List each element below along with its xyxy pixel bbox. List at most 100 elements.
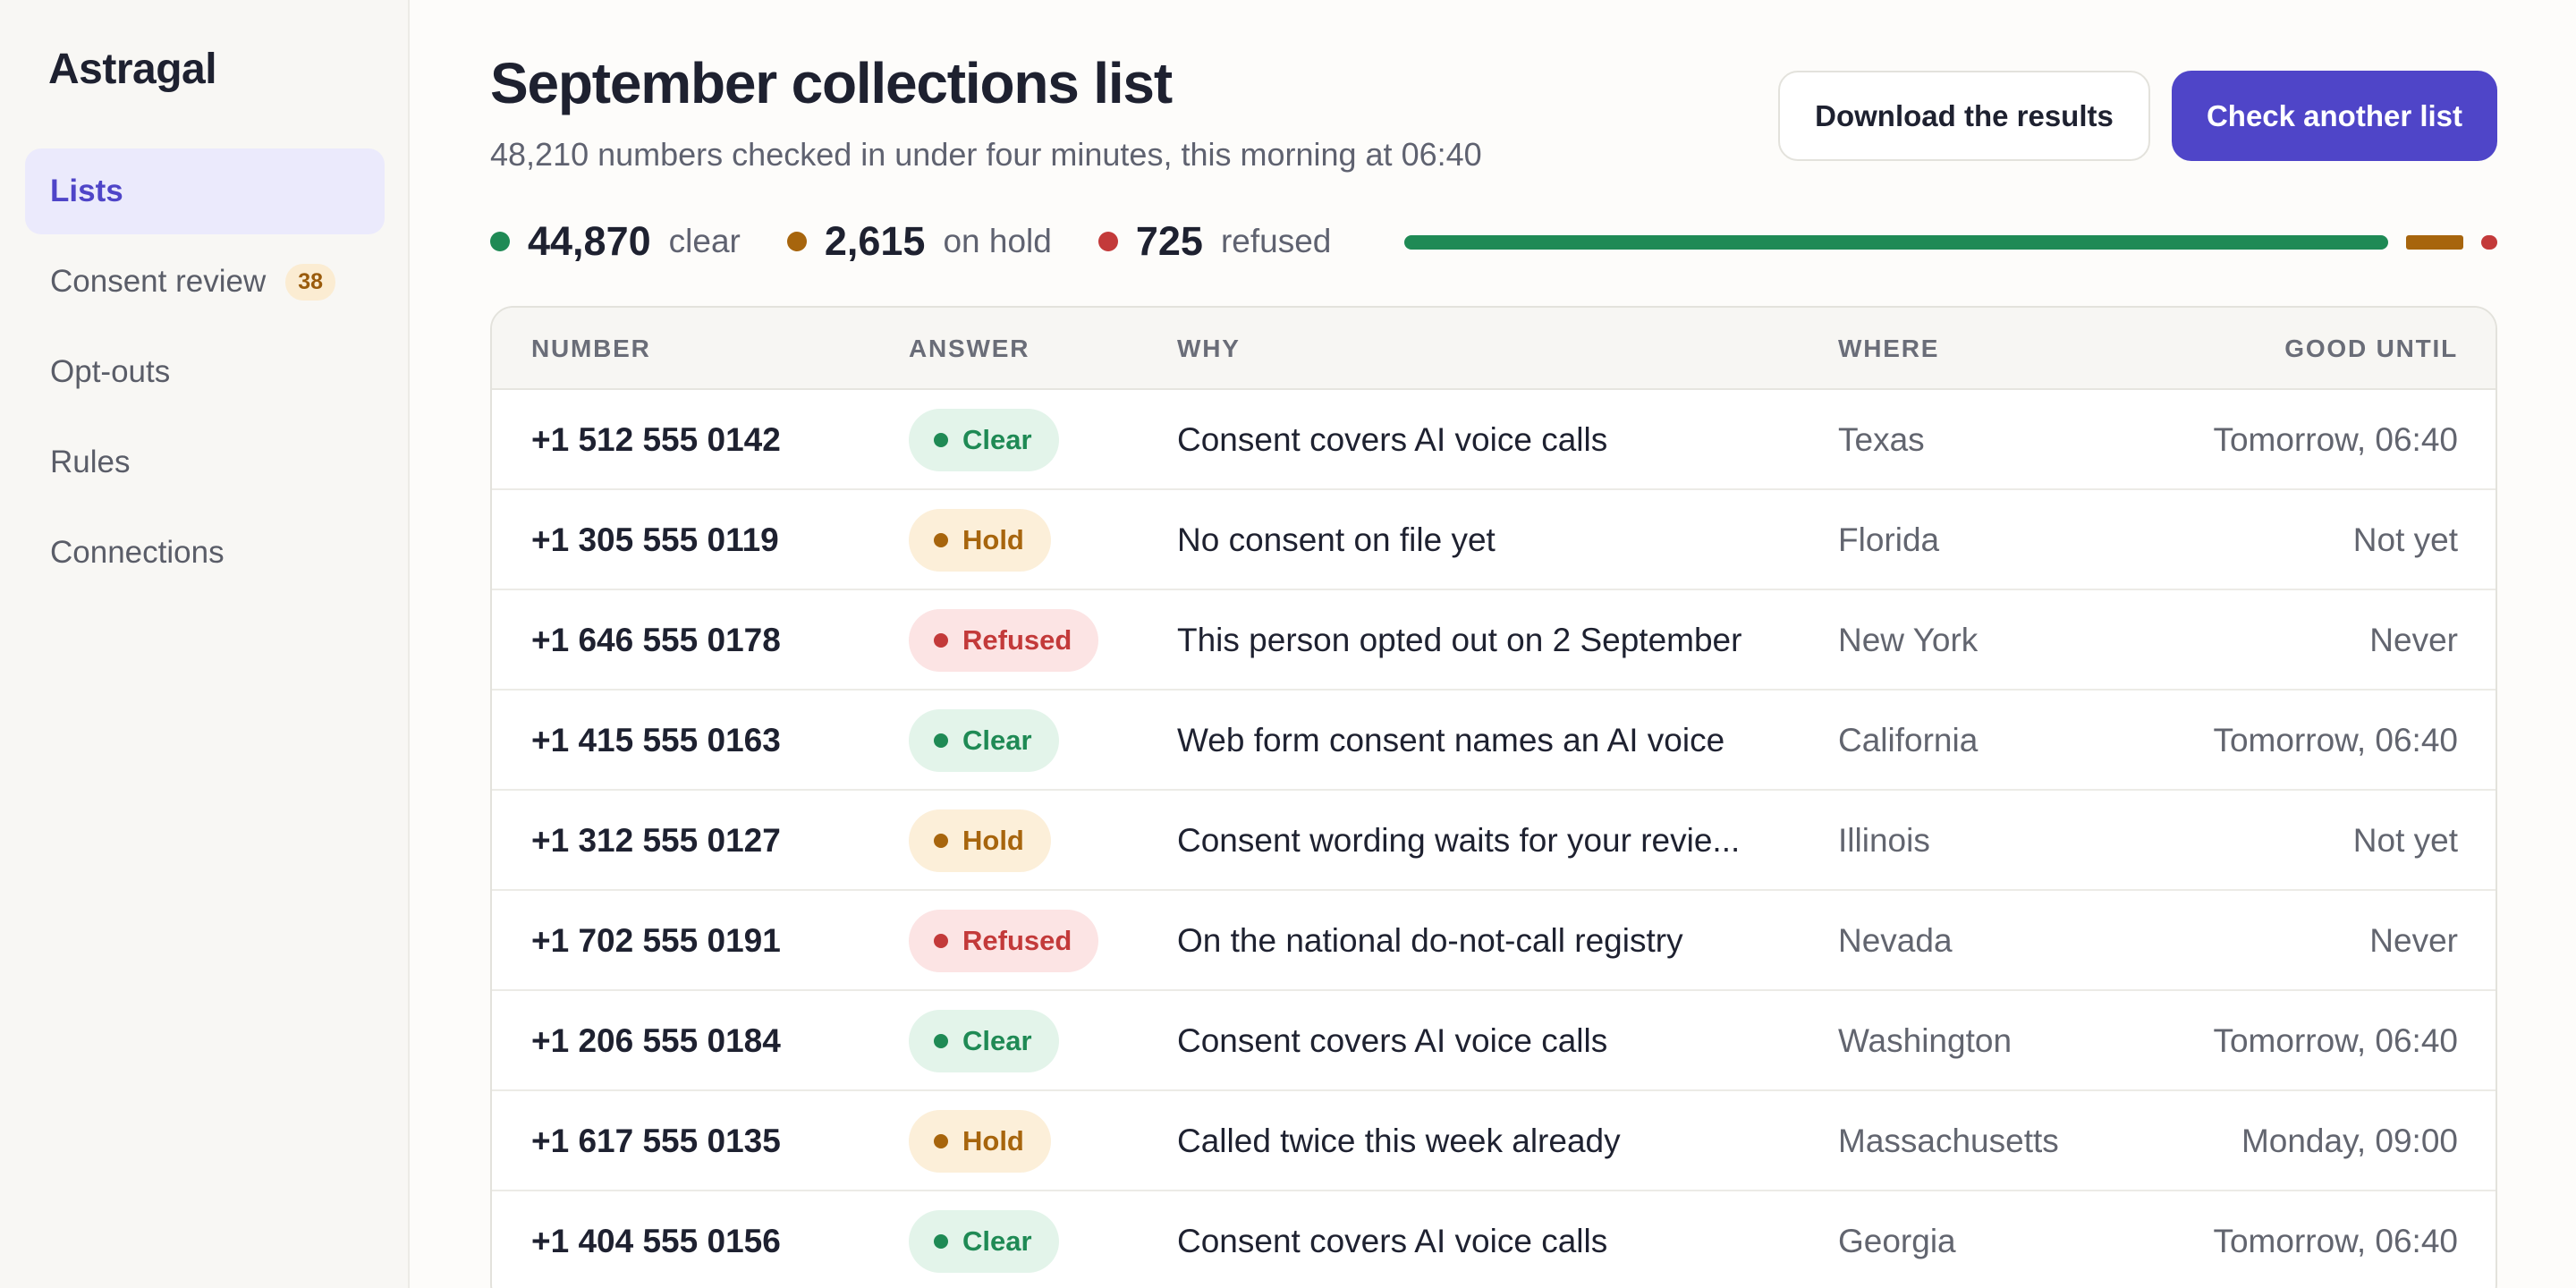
reason-text: Consent wording waits for your revie... bbox=[1177, 822, 1741, 859]
column-header-good-until[interactable]: GOOD UNTIL bbox=[2284, 308, 2458, 390]
answer-cell: Hold bbox=[909, 1091, 1051, 1191]
answer-cell: Refused bbox=[909, 590, 1099, 691]
check-another-list-button[interactable]: Check another list bbox=[2172, 71, 2497, 161]
status-dot-icon bbox=[934, 1034, 948, 1048]
reason-text: Consent covers AI voice calls bbox=[1177, 421, 1608, 458]
good-until-cell: Monday, 09:00 bbox=[2241, 1123, 2458, 1159]
status-label: Refused bbox=[962, 925, 1072, 956]
phone-number: +1 312 555 0127 bbox=[531, 822, 781, 859]
reason-cell: Consent wording waits for your revie... bbox=[1177, 791, 1740, 891]
status-label: Hold bbox=[962, 1125, 1024, 1157]
answer-cell: Clear bbox=[909, 991, 1059, 1091]
table-row[interactable]: +1 305 555 0119 Hold No consent on file ye… bbox=[492, 490, 2496, 590]
reason-text: On the national do-not-call registry bbox=[1177, 922, 1683, 959]
status-badge: Clear bbox=[909, 709, 1059, 772]
phone-number: +1 646 555 0178 bbox=[531, 622, 781, 658]
download-results-button[interactable]: Download the results bbox=[1778, 71, 2150, 161]
answer-cell: Hold bbox=[909, 791, 1051, 891]
reason-text: Called twice this week already bbox=[1177, 1123, 1621, 1159]
status-dot-icon bbox=[934, 934, 948, 948]
status-dot-icon bbox=[934, 533, 948, 547]
stat-refused: 725 refused bbox=[1097, 218, 1331, 265]
table-header: NUMBER ANSWER WHY WHERE GOOD UNTIL bbox=[492, 308, 2496, 390]
location-cell: Texas bbox=[1838, 421, 1925, 458]
good-until-cell: Tomorrow, 06:40 bbox=[2213, 421, 2458, 458]
stat-clear-value: 44,870 bbox=[528, 218, 651, 264]
table-row[interactable]: +1 646 555 0178 Refused This person opted … bbox=[492, 590, 2496, 691]
good-until-cell: Tomorrow, 06:40 bbox=[2213, 1022, 2458, 1059]
progress-segment-refused bbox=[2481, 235, 2497, 250]
status-label: Clear bbox=[962, 424, 1032, 455]
sidebar-item-rules[interactable]: Rules bbox=[25, 419, 385, 505]
table-row[interactable]: +1 512 555 0142 Clear Consent covers AI vo… bbox=[492, 390, 2496, 490]
column-header-answer[interactable]: ANSWER bbox=[909, 308, 1030, 390]
stat-hold: 2,615 on hold bbox=[786, 218, 1052, 265]
location-cell: Massachusetts bbox=[1838, 1123, 2059, 1159]
column-header-number[interactable]: NUMBER bbox=[531, 308, 651, 390]
reason-cell: Consent covers AI voice calls bbox=[1177, 991, 1607, 1091]
table-row[interactable]: +1 617 555 0135 Hold Called twice this wee… bbox=[492, 1091, 2496, 1191]
status-dot-icon bbox=[934, 1234, 948, 1249]
status-dot-icon bbox=[934, 733, 948, 748]
status-badge: Refused bbox=[909, 609, 1099, 672]
reason-text: Consent covers AI voice calls bbox=[1177, 1223, 1608, 1259]
status-badge: Clear bbox=[909, 1210, 1059, 1273]
clear-dot-icon bbox=[490, 232, 510, 251]
table-row[interactable]: +1 312 555 0127 Hold Consent wording waits… bbox=[492, 791, 2496, 891]
location-cell: California bbox=[1838, 722, 1979, 758]
location-cell: Illinois bbox=[1838, 822, 1930, 859]
good-until-cell: Never bbox=[2369, 922, 2458, 959]
reason-text: This person opted out on 2 September bbox=[1177, 622, 1742, 658]
column-header-why[interactable]: WHY bbox=[1177, 308, 1241, 390]
good-until-cell: Tomorrow, 06:40 bbox=[2213, 1223, 2458, 1259]
status-badge: Hold bbox=[909, 1110, 1051, 1173]
phone-number: +1 206 555 0184 bbox=[531, 1022, 781, 1059]
phone-number: +1 404 555 0156 bbox=[531, 1223, 781, 1259]
table-row[interactable]: +1 702 555 0191 Refused On the national do… bbox=[492, 891, 2496, 991]
stat-refused-value: 725 bbox=[1135, 218, 1203, 264]
status-badge: Clear bbox=[909, 409, 1059, 471]
table-body: +1 512 555 0142 Clear Consent covers AI vo… bbox=[492, 390, 2496, 1288]
location-cell: Florida bbox=[1838, 521, 1940, 558]
reason-text: No consent on file yet bbox=[1177, 521, 1496, 558]
reason-cell: On the national do-not-call registry bbox=[1177, 891, 1683, 991]
page-title: September collections list bbox=[490, 51, 1173, 115]
phone-number: +1 415 555 0163 bbox=[531, 722, 781, 758]
reason-cell: Consent covers AI voice calls bbox=[1177, 390, 1607, 490]
sidebar-item-consent-review[interactable]: Consent review 38 bbox=[25, 239, 385, 325]
sidebar-item-label: Connections bbox=[50, 535, 225, 570]
table-row[interactable]: +1 206 555 0184 Clear Consent covers AI vo… bbox=[492, 991, 2496, 1091]
summary-stats: 44,870 clear 2,615 on hold 725 refused bbox=[490, 213, 1377, 270]
location-cell: New York bbox=[1838, 622, 1979, 658]
answer-cell: Hold bbox=[909, 490, 1051, 590]
sidebar: Astragal Lists Consent review 38 Opt-out… bbox=[0, 0, 410, 1288]
sidebar-item-lists[interactable]: Lists bbox=[25, 148, 385, 234]
answer-cell: Clear bbox=[909, 390, 1059, 490]
reason-cell: Consent covers AI voice calls bbox=[1177, 1191, 1607, 1288]
status-dot-icon bbox=[934, 834, 948, 848]
column-header-where[interactable]: WHERE bbox=[1838, 308, 1939, 390]
progress-segment-hold bbox=[2406, 235, 2464, 250]
table-row[interactable]: +1 415 555 0163 Clear Web form consent nam… bbox=[492, 691, 2496, 791]
good-until-cell: Tomorrow, 06:40 bbox=[2213, 722, 2458, 758]
phone-number: +1 305 555 0119 bbox=[531, 521, 779, 558]
brand-logo: Astragal bbox=[48, 46, 217, 93]
sidebar-item-opt-outs[interactable]: Opt-outs bbox=[25, 329, 385, 415]
reason-text: Web form consent names an AI voice bbox=[1177, 722, 1725, 758]
stat-hold-label: on hold bbox=[943, 223, 1052, 259]
stat-clear: 44,870 clear bbox=[490, 218, 741, 265]
status-label: Clear bbox=[962, 1225, 1032, 1257]
good-until-cell: Not yet bbox=[2352, 521, 2458, 558]
stat-hold-value: 2,615 bbox=[824, 218, 926, 264]
answer-cell: Refused bbox=[909, 891, 1099, 991]
status-badge: Hold bbox=[909, 509, 1051, 572]
location-cell: Washington bbox=[1838, 1022, 2012, 1059]
progress-segment-clear bbox=[1404, 235, 2389, 250]
table-row[interactable]: +1 404 555 0156 Clear Consent covers AI vo… bbox=[492, 1191, 2496, 1288]
sidebar-item-label: Lists bbox=[50, 174, 123, 208]
sidebar-item-connections[interactable]: Connections bbox=[25, 510, 385, 596]
status-label: Clear bbox=[962, 1025, 1032, 1056]
results-table: NUMBER ANSWER WHY WHERE GOOD UNTIL +1 51… bbox=[490, 306, 2497, 1288]
reason-text: Consent covers AI voice calls bbox=[1177, 1022, 1608, 1059]
status-label: Refused bbox=[962, 624, 1072, 656]
